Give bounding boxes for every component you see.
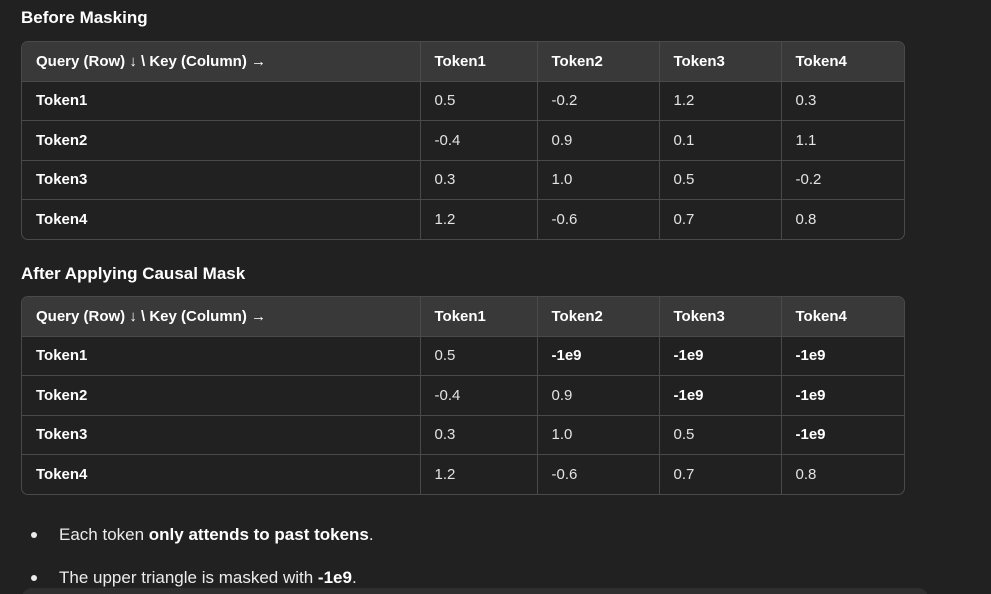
table-cell: 0.3 [420,415,538,455]
section-heading-before-masking: Before Masking [21,8,148,27]
table-cell: 1.0 [537,160,660,200]
chat-input-box[interactable] [22,588,928,594]
column-header: Token4 [781,42,904,82]
column-header: Query (Row) ↓ \ Key (Column) → [22,42,421,82]
row-header: Token2 [22,120,421,161]
masked-cell: -1e9 [781,415,904,455]
column-header: Token2 [537,42,660,82]
table-header-row: Query (Row) ↓ \ Key (Column) → Token1 To… [22,42,904,82]
note-text: The upper triangle is masked with [59,568,318,587]
list-item: Each token only attends to past tokens. [0,515,374,558]
masked-cell: -1e9 [781,375,904,416]
notes-list: Each token only attends to past tokens. … [0,515,374,594]
table-row: Token3 0.3 1.0 0.5 -1e9 [22,415,904,455]
table-cell: 0.9 [537,375,660,416]
table-cell: -0.4 [420,120,538,161]
before-masking-table: Query (Row) ↓ \ Key (Column) → Token1 To… [21,41,905,240]
row-header: Token4 [22,454,421,494]
table-cell: 0.5 [659,160,782,200]
column-header: Query (Row) ↓ \ Key (Column) → [22,297,421,337]
table-cell: -0.6 [537,454,660,494]
table-cell: 1.2 [420,454,538,494]
row-header: Token3 [22,415,421,455]
table-cell: 0.8 [795,211,817,228]
column-header: Token3 [659,297,782,337]
note-emphasis: -1e9 [317,568,352,587]
table-cell: 0.7 [659,454,782,494]
row-header: Token1 [22,336,421,376]
table-cell: -0.2 [781,160,904,200]
table-cell: 0.8 [795,466,817,483]
note-text: Each token [59,525,149,544]
table-cell: 0.7 [659,199,782,239]
section-heading-after-mask: After Applying Causal Mask [21,264,246,283]
table-cell: 1.2 [420,199,538,239]
column-header: Token2 [537,297,660,337]
note-text: . [351,568,357,587]
table-cell: 0.5 [420,336,538,376]
table-cell: 1.1 [781,120,904,161]
table-row: Token2 -0.4 0.9 -1e9 -1e9 [22,375,904,416]
row-header: Token1 [22,81,421,121]
bullet-icon [31,532,37,538]
column-header: Token1 [420,42,538,82]
table-cell: 0.1 [659,120,782,161]
masked-cell: -1e9 [659,336,782,376]
table-cell: -0.4 [420,375,538,416]
column-header: Token1 [420,297,538,337]
table-cell: 0.3 [420,160,538,200]
table-row: Token1 0.5 -1e9 -1e9 -1e9 [22,336,904,376]
table-cell: 1.0 [537,415,660,455]
row-header: Token2 [22,375,421,416]
table-row: Token2 -0.4 0.9 0.1 1.1 [22,120,904,161]
table-row: Token4 1.2 -0.6 0.7 0.8 [22,454,904,494]
table-cell: 1.2 [659,81,782,121]
table-cell: -0.2 [537,81,660,121]
table-row: Token3 0.3 1.0 0.5 -0.2 [22,160,904,200]
table-cell: 0.9 [537,120,660,161]
row-header: Token3 [22,160,421,200]
table-row: Token1 0.5 -0.2 1.2 0.3 [22,81,904,121]
table-cell: -0.6 [537,199,660,239]
masked-cell: -1e9 [659,375,782,416]
chat-response: Before Masking Query (Row) ↓ \ Key (Colu… [0,0,991,594]
column-header: Token3 [659,42,782,82]
table-cell: 0.3 [781,81,904,121]
masked-cell: -1e9 [781,336,904,376]
after-mask-table: Query (Row) ↓ \ Key (Column) → Token1 To… [21,296,905,495]
note-emphasis: only attends to past tokens [148,525,369,544]
masked-cell: -1e9 [537,336,660,376]
table-cell: 0.5 [659,415,782,455]
note-text: . [368,525,374,544]
row-header: Token4 [22,199,421,239]
table-cell: 0.5 [420,81,538,121]
table-row: Token4 1.2 -0.6 0.7 0.8 [22,199,904,239]
table-header-row: Query (Row) ↓ \ Key (Column) → Token1 To… [22,297,904,337]
bullet-icon [31,575,37,581]
column-header: Token4 [781,297,904,337]
